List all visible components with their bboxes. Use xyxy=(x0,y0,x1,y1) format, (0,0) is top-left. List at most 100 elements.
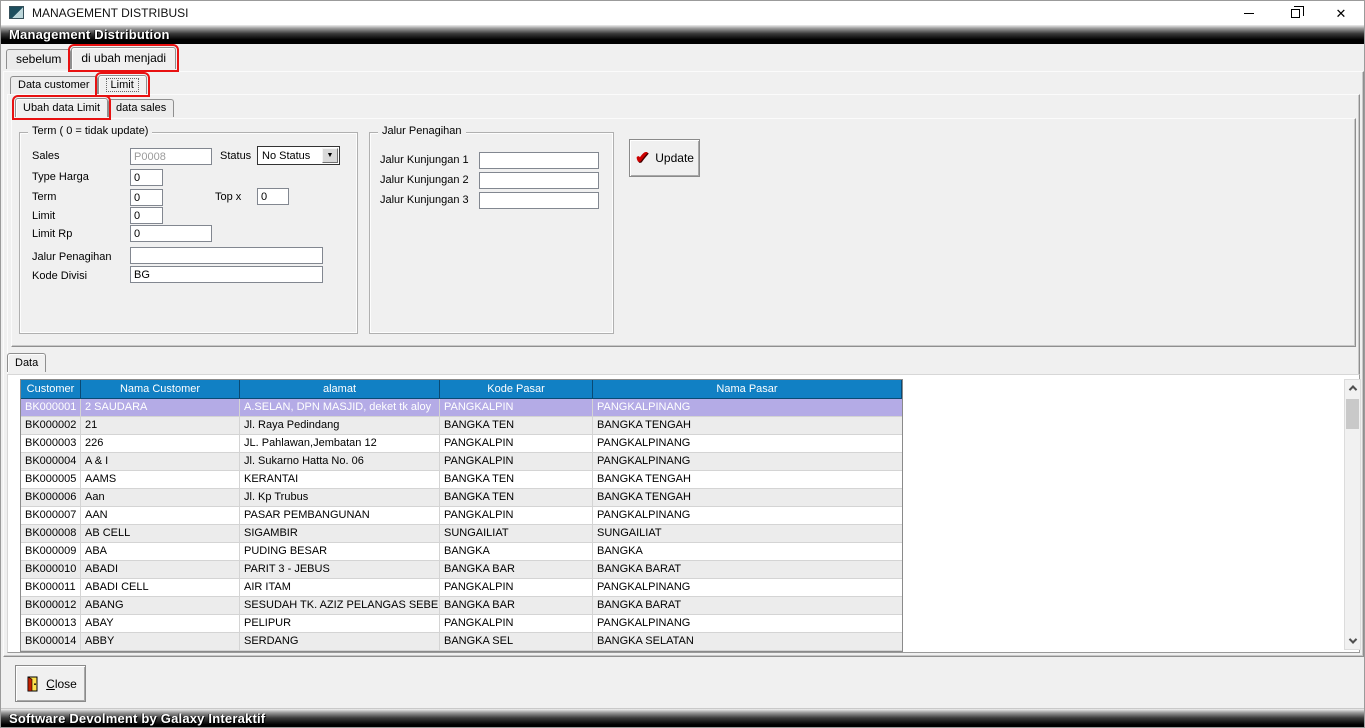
table-cell[interactable]: SUNGAILIAT xyxy=(440,525,593,542)
table-cell[interactable]: BANGKA BARAT xyxy=(593,597,902,614)
table-cell[interactable]: PANGKALPIN xyxy=(440,579,593,596)
table-row[interactable]: BK00000221Jl. Raya PedindangBANGKA TENBA… xyxy=(21,417,902,435)
table-cell[interactable]: BANGKA BARAT xyxy=(593,561,902,578)
table-cell[interactable]: PANGKALPIN xyxy=(440,507,593,524)
table-cell[interactable]: ABANG xyxy=(81,597,240,614)
kode-divisi-input[interactable] xyxy=(130,266,323,283)
table-row[interactable]: BK000006AanJl. Kp TrubusBANGKA TENBANGKA… xyxy=(21,489,902,507)
sales-input[interactable] xyxy=(130,148,212,165)
table-cell[interactable]: BANGKA SEL xyxy=(440,633,593,650)
table-cell[interactable]: BANGKA xyxy=(440,543,593,560)
table-cell[interactable]: Aan xyxy=(81,489,240,506)
table-cell[interactable]: PASAR PEMBANGUNAN xyxy=(240,507,440,524)
column-header[interactable]: Nama Customer xyxy=(81,380,240,398)
column-header[interactable]: Nama Pasar xyxy=(593,380,902,398)
jalur-kunjungan-3-input[interactable] xyxy=(479,192,599,209)
table-cell[interactable]: BK000005 xyxy=(21,471,81,488)
table-cell[interactable]: BK000013 xyxy=(21,615,81,632)
scroll-down-icon[interactable] xyxy=(1345,633,1360,649)
table-cell[interactable]: BANGKA TEN xyxy=(440,489,593,506)
table-cell[interactable]: A.SELAN, DPN MASJID, deket tk aloy xyxy=(240,399,440,416)
table-cell[interactable]: BK000014 xyxy=(21,633,81,650)
update-button[interactable]: ✔ Update xyxy=(629,139,700,177)
table-cell[interactable]: AAN xyxy=(81,507,240,524)
limit-input[interactable] xyxy=(130,207,163,224)
table-cell[interactable]: ABBY xyxy=(81,633,240,650)
table-cell[interactable]: BK000010 xyxy=(21,561,81,578)
table-cell[interactable]: BANGKA TENGAH xyxy=(593,489,902,506)
table-cell[interactable]: Jl. Kp Trubus xyxy=(240,489,440,506)
table-cell[interactable]: ABAY xyxy=(81,615,240,632)
table-cell[interactable]: BANGKA BAR xyxy=(440,561,593,578)
table-cell[interactable]: SUNGAILIAT xyxy=(593,525,902,542)
table-cell[interactable]: 226 xyxy=(81,435,240,452)
table-row[interactable]: BK000011ABADI CELLAIR ITAMPANGKALPINPANG… xyxy=(21,579,902,597)
table-cell[interactable]: PANGKALPINANG xyxy=(593,507,902,524)
tab-data-sales[interactable]: data sales xyxy=(108,99,174,117)
tab-ubah-data-limit[interactable]: Ubah data Limit xyxy=(15,98,108,117)
table-cell[interactable]: SIGAMBIR xyxy=(240,525,440,542)
type-harga-input[interactable] xyxy=(130,169,163,186)
tab-data[interactable]: Data xyxy=(7,353,46,372)
column-header[interactable]: Customer xyxy=(21,380,81,398)
table-cell[interactable]: PARIT 3 - JEBUS xyxy=(240,561,440,578)
table-cell[interactable]: PANGKALPINANG xyxy=(593,435,902,452)
table-cell[interactable]: PUDING BESAR xyxy=(240,543,440,560)
table-cell[interactable]: 21 xyxy=(81,417,240,434)
table-row[interactable]: BK000005AAMSKERANTAIBANGKA TENBANGKA TEN… xyxy=(21,471,902,489)
table-row[interactable]: BK000007AANPASAR PEMBANGUNANPANGKALPINPA… xyxy=(21,507,902,525)
table-row[interactable]: BK0000012 SAUDARAA.SELAN, DPN MASJID, de… xyxy=(21,399,902,417)
table-cell[interactable]: KERANTAI xyxy=(240,471,440,488)
table-cell[interactable]: 2 SAUDARA xyxy=(81,399,240,416)
tab-di-ubah-menjadi[interactable]: di ubah menjadi xyxy=(71,47,176,69)
table-cell[interactable]: BK000011 xyxy=(21,579,81,596)
table-cell[interactable]: BK000007 xyxy=(21,507,81,524)
table-row[interactable]: BK000012ABANGSESUDAH TK. AZIZ PELANGAS S… xyxy=(21,597,902,615)
table-cell[interactable]: BANGKA TENGAH xyxy=(593,471,902,488)
table-cell[interactable]: BANGKA TENGAH xyxy=(593,417,902,434)
table-cell[interactable]: PANGKALPINANG xyxy=(593,615,902,632)
jalur-kunjungan-1-input[interactable] xyxy=(479,152,599,169)
jalur-kunjungan-2-input[interactable] xyxy=(479,172,599,189)
table-cell[interactable]: PANGKALPINANG xyxy=(593,579,902,596)
column-header[interactable]: Kode Pasar xyxy=(440,380,593,398)
table-cell[interactable]: AB CELL xyxy=(81,525,240,542)
limit-rp-input[interactable] xyxy=(130,225,212,242)
table-cell[interactable]: ABADI CELL xyxy=(81,579,240,596)
table-cell[interactable]: ABADI xyxy=(81,561,240,578)
table-cell[interactable]: BANGKA SELATAN xyxy=(593,633,902,650)
table-cell[interactable]: BK000012 xyxy=(21,597,81,614)
table-cell[interactable]: A & I xyxy=(81,453,240,470)
close-window-button[interactable]: ✕ xyxy=(1318,1,1364,25)
table-cell[interactable]: ABA xyxy=(81,543,240,560)
table-cell[interactable]: PANGKALPIN xyxy=(440,399,593,416)
table-cell[interactable]: BK000008 xyxy=(21,525,81,542)
jalur-penagihan-input[interactable] xyxy=(130,247,323,264)
table-cell[interactable]: Jl. Sukarno Hatta No. 06 xyxy=(240,453,440,470)
scroll-up-icon[interactable] xyxy=(1345,380,1360,396)
table-cell[interactable]: AAMS xyxy=(81,471,240,488)
combo-dropdown-icon[interactable]: ▼ xyxy=(322,148,338,163)
minimize-button[interactable] xyxy=(1226,1,1272,25)
table-cell[interactable]: PANGKALPIN xyxy=(440,435,593,452)
tab-sebelum[interactable]: sebelum xyxy=(6,49,71,69)
table-cell[interactable]: BK000004 xyxy=(21,453,81,470)
table-row[interactable]: BK000003226JL. Pahlawan,Jembatan 12PANGK… xyxy=(21,435,902,453)
table-cell[interactable]: PANGKALPIN xyxy=(440,615,593,632)
table-row[interactable]: BK000008AB CELLSIGAMBIRSUNGAILIATSUNGAIL… xyxy=(21,525,902,543)
table-row[interactable]: BK000014ABBYSERDANGBANGKA SELBANGKA SELA… xyxy=(21,633,902,651)
table-cell[interactable]: BANGKA xyxy=(593,543,902,560)
table-cell[interactable]: PANGKALPIN xyxy=(440,453,593,470)
status-combobox[interactable]: No Status ▼ xyxy=(257,146,340,165)
table-cell[interactable]: PANGKALPINANG xyxy=(593,453,902,470)
table-cell[interactable]: Jl. Raya Pedindang xyxy=(240,417,440,434)
table-cell[interactable]: BK000006 xyxy=(21,489,81,506)
table-cell[interactable]: PELIPUR xyxy=(240,615,440,632)
table-cell[interactable]: PANGKALPINANG xyxy=(593,399,902,416)
term-input[interactable] xyxy=(130,189,163,206)
table-cell[interactable]: BK000002 xyxy=(21,417,81,434)
table-cell[interactable]: BK000009 xyxy=(21,543,81,560)
close-button[interactable]: Close xyxy=(15,665,86,702)
tab-limit[interactable]: Limit xyxy=(98,75,147,94)
table-row[interactable]: BK000013ABAYPELIPURPANGKALPINPANGKALPINA… xyxy=(21,615,902,633)
